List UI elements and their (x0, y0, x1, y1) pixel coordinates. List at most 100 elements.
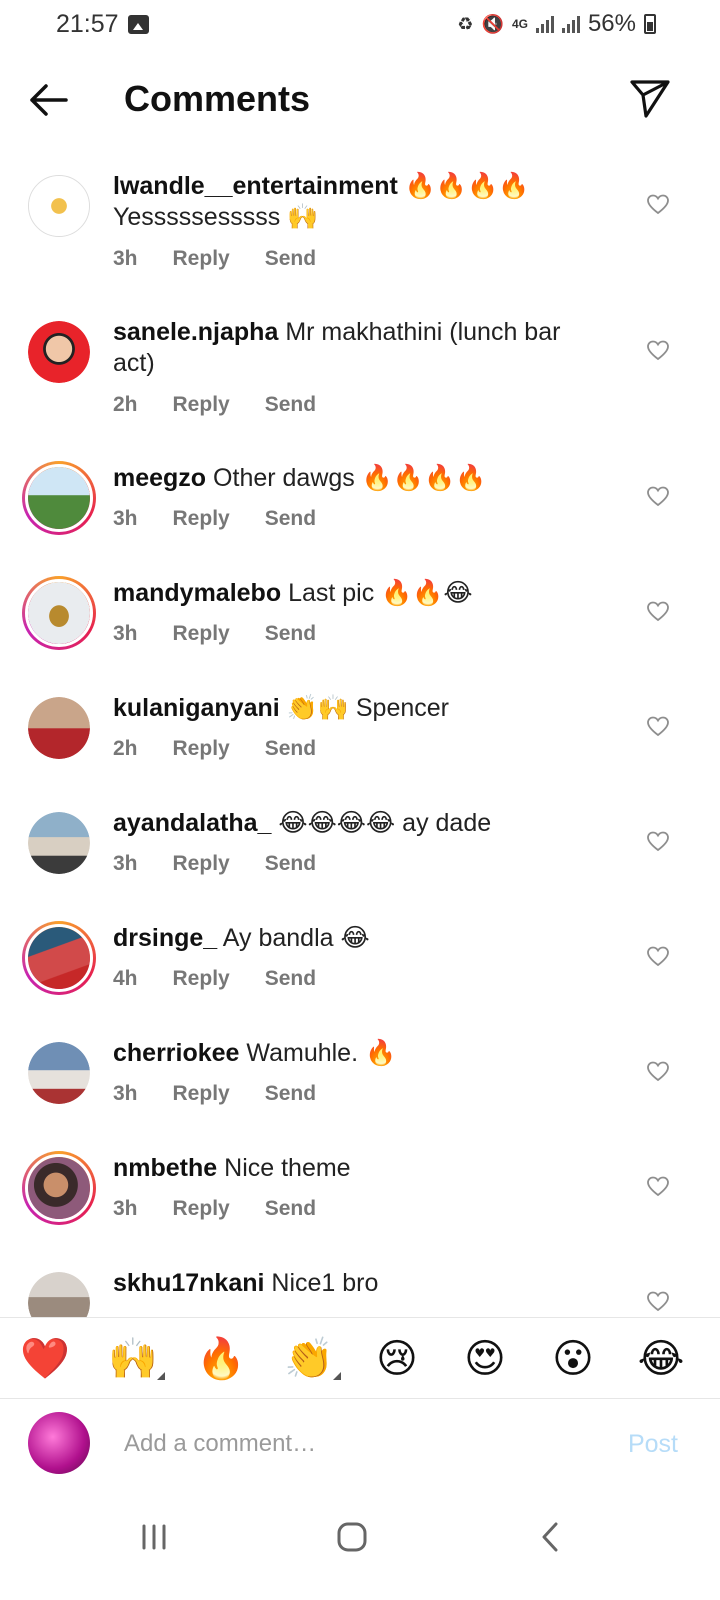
battery-icon (644, 14, 656, 34)
comment-text: 🔥🔥🔥🔥 (404, 172, 530, 200)
nav-back-icon[interactable] (520, 1512, 580, 1562)
avatar-with-story[interactable] (22, 576, 96, 650)
comment-text: Nice theme (224, 1154, 351, 1182)
comment-meta: 2h Reply Send (113, 393, 351, 417)
comment-text: Wamuhle. 🔥 (246, 1039, 397, 1067)
reply-button[interactable]: Reply (173, 737, 230, 761)
surprised-face-emoji[interactable]: 😮 (545, 1332, 601, 1386)
send-button[interactable]: Send (265, 737, 316, 761)
comment-username[interactable]: skhu17nkani (113, 1269, 264, 1297)
comment-item: sanele.njapha Mr makhathini (lunch bar a… (0, 301, 720, 416)
page-title: Comments (124, 78, 311, 119)
avatar[interactable] (28, 812, 90, 874)
recent-apps-icon[interactable] (124, 1512, 184, 1562)
heart-eyes-emoji[interactable]: 😍 (457, 1332, 513, 1386)
signal-icon (561, 15, 580, 33)
comment-text: Last pic 🔥🔥😂 (288, 579, 473, 607)
heart-like-icon[interactable] (646, 1290, 670, 1312)
comment-time: 2h (113, 393, 138, 416)
red-heart-emoji[interactable]: ❤️ (17, 1332, 73, 1386)
comment-time: 3h (113, 622, 138, 645)
home-icon[interactable] (322, 1512, 382, 1562)
raising-hands-emoji[interactable]: 🙌 (105, 1332, 165, 1386)
back-arrow-icon[interactable] (26, 78, 72, 122)
comment-meta: 2h Reply Send (113, 737, 351, 761)
comment-username[interactable]: drsinge_ (113, 924, 217, 952)
avatar-with-story[interactable] (22, 461, 96, 535)
send-button[interactable]: Send (265, 622, 316, 646)
crying-face-emoji[interactable]: 😢 (369, 1332, 425, 1386)
comment-item: mandymalebo Last pic 🔥🔥😂 3h Reply Send (0, 562, 720, 677)
post-button[interactable]: Post (628, 1430, 678, 1459)
send-button[interactable]: Send (265, 393, 316, 417)
avatar[interactable] (28, 1272, 90, 1317)
comment-text: 👏🙌 Spencer (286, 694, 449, 722)
send-button[interactable]: Send (265, 852, 316, 876)
header: Comments (0, 62, 720, 138)
comment-meta: 3h Reply Send (113, 1082, 351, 1106)
comment-time: 4h (113, 967, 138, 990)
reply-button[interactable]: Reply (173, 967, 230, 991)
comment-username[interactable]: mandymalebo (113, 579, 281, 607)
comment-username[interactable]: nmbethe (113, 1154, 217, 1182)
avatar[interactable] (28, 697, 90, 759)
battery-percent: 56% (587, 10, 636, 37)
send-button[interactable]: Send (265, 1082, 316, 1106)
heart-like-icon[interactable] (646, 339, 670, 361)
send-button[interactable]: Send (265, 507, 316, 531)
status-icons: ♻ 🔇 4G 56% (457, 10, 656, 38)
avatar[interactable] (28, 175, 90, 237)
comment-username[interactable]: cherriokee (113, 1039, 239, 1067)
comment-time: 3h (113, 247, 138, 270)
comment-time: 2h (113, 737, 138, 760)
heart-like-icon[interactable] (646, 600, 670, 622)
send-button[interactable]: Send (265, 247, 316, 271)
comment-username[interactable]: meegzo (113, 464, 206, 492)
recycle-icon: ♻ (457, 13, 474, 34)
heart-like-icon[interactable] (646, 1060, 670, 1082)
heart-like-icon[interactable] (646, 485, 670, 507)
comment-username[interactable]: lwandle__entertainment (113, 172, 398, 200)
heart-like-icon[interactable] (646, 193, 670, 215)
comment-username[interactable]: sanele.njapha (113, 318, 278, 346)
comment-meta: 3h Reply Send (113, 507, 351, 531)
reply-button[interactable]: Reply (173, 393, 230, 417)
comments-list[interactable]: lwandle__entertainment 🔥🔥🔥🔥 Yesssssessss… (0, 155, 720, 1317)
comment-item: kulaniganyani 👏🙌 Spencer 2h Reply Send (0, 677, 720, 792)
comment-item: cherriokee Wamuhle. 🔥 3h Reply Send (0, 1022, 720, 1137)
heart-like-icon[interactable] (646, 945, 670, 967)
avatar[interactable] (28, 321, 90, 383)
fire-emoji[interactable]: 🔥 (193, 1332, 249, 1386)
avatar[interactable] (28, 1042, 90, 1104)
comment-text: Nice1 bro (271, 1269, 379, 1297)
emoji-reaction-bar: ❤️ 🙌 🔥 👏 😢 😍 😮 😂 (0, 1317, 720, 1399)
comment-meta: 3h Reply Send (113, 852, 351, 876)
reply-button[interactable]: Reply (173, 1197, 230, 1221)
clapping-hands-emoji[interactable]: 👏 (281, 1332, 341, 1386)
status-bar: 21:57 ♻ 🔇 4G 56% (0, 0, 720, 52)
send-paper-plane-icon[interactable] (628, 76, 672, 120)
reply-button[interactable]: Reply (173, 507, 230, 531)
comment-item: drsinge_ Ay bandla 😂 4h Reply Send (0, 907, 720, 1022)
comment-input[interactable] (124, 1424, 584, 1464)
avatar-with-story[interactable] (22, 921, 96, 995)
heart-like-icon[interactable] (646, 1175, 670, 1197)
reply-button[interactable]: Reply (173, 1082, 230, 1106)
avatar-with-story[interactable] (22, 1151, 96, 1225)
comment-username[interactable]: ayandalatha_ (113, 809, 271, 837)
reply-button[interactable]: Reply (173, 247, 230, 271)
tears-of-joy-emoji[interactable]: 😂 (633, 1332, 689, 1386)
comment-username[interactable]: kulaniganyani (113, 694, 280, 722)
comment-item: nmbethe Nice theme 3h Reply Send (0, 1137, 720, 1252)
comment-composer: Post (0, 1400, 720, 1488)
send-button[interactable]: Send (265, 967, 316, 991)
heart-like-icon[interactable] (646, 830, 670, 852)
comment-meta: 3h Reply Send (113, 622, 351, 646)
heart-like-icon[interactable] (646, 715, 670, 737)
send-button[interactable]: Send (265, 1197, 316, 1221)
comment-item: ayandalatha_ 😂😂😂😂 ay dade 3h Reply Send (0, 792, 720, 907)
reply-button[interactable]: Reply (173, 852, 230, 876)
status-time: 21:57 (56, 10, 119, 38)
reply-button[interactable]: Reply (173, 622, 230, 646)
gallery-notification-icon (128, 15, 149, 34)
